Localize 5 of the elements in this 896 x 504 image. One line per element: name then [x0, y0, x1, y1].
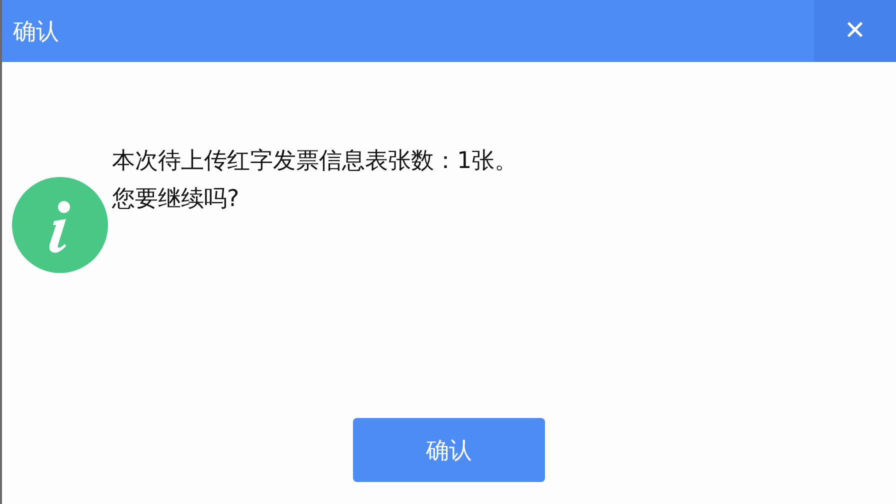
- confirm-button[interactable]: 确认: [353, 418, 545, 482]
- window-title: 确认: [12, 18, 60, 46]
- message-text: 本次待上传红字发票信息表张数：1张。 您要继续吗?: [112, 147, 518, 214]
- close-button[interactable]: ✕: [814, 0, 896, 62]
- info-icon: [12, 177, 108, 273]
